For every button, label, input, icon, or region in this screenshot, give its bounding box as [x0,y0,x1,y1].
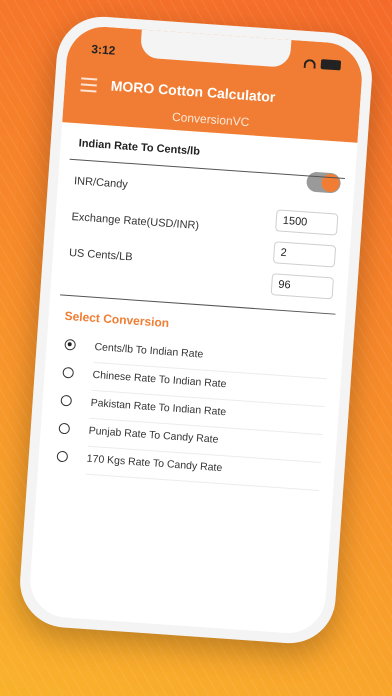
us-cents-label: US Cents/LB [68,246,133,264]
option-label: Cents/lb To Indian Rate [94,340,204,361]
exchange-rate-input[interactable]: 2 [272,241,337,268]
radio-selected-icon[interactable] [64,338,77,351]
main-content: Indian Rate To Cents/lb INR/Candy 1500 E… [28,122,358,635]
status-icons [303,58,342,71]
exchange-rate-label: Exchange Rate(USD/INR) [71,211,200,232]
option-label: 170 Kgs Rate To Candy Rate [86,452,223,475]
radio-icon[interactable] [62,366,75,379]
inr-candy-input[interactable]: 1500 [275,209,339,236]
row-separator [85,473,320,491]
select-conversion-title: Select Conversion [64,308,170,331]
app-title: MORO Cotton Calculator [110,77,276,105]
us-cents-input[interactable]: 96 [270,273,334,300]
wifi-icon [303,58,317,69]
battery-icon [320,59,342,71]
section-title: Indian Rate To Cents/lb [78,137,201,158]
radio-icon[interactable] [56,450,69,463]
inr-candy-label: INR/Candy [73,175,129,191]
section-divider [69,158,345,180]
app-screen: 3:12 MORO Cotton Calculator ConversionVC… [27,24,365,636]
menu-icon[interactable] [80,77,98,96]
radio-icon[interactable] [58,422,71,435]
phone-frame: 3:12 MORO Cotton Calculator ConversionVC… [17,13,375,647]
option-label: Punjab Rate To Candy Rate [88,424,219,446]
radio-icon[interactable] [60,394,73,407]
option-label: Pakistan Rate To Indian Rate [90,396,227,419]
status-time: 3:12 [90,42,116,58]
option-label: Chinese Rate To Indian Rate [92,368,227,391]
